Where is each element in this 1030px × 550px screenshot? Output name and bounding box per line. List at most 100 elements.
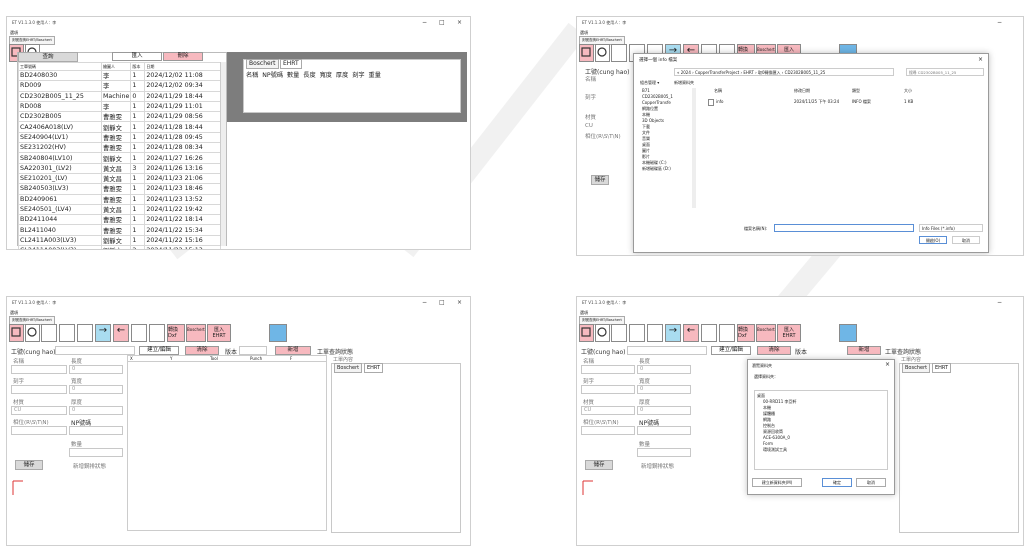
tool2-button[interactable] <box>647 324 663 342</box>
convert-dxf-button[interactable]: 轉換 Dxf <box>167 324 185 342</box>
arrow-right-button[interactable]: → <box>665 324 681 342</box>
close-icon[interactable]: × <box>457 19 462 26</box>
boschert-button[interactable]: Boschert <box>186 324 206 342</box>
tool-button[interactable] <box>629 324 645 342</box>
grid-col-header[interactable]: Punch <box>250 356 262 361</box>
query-button[interactable]: 查詢 <box>18 52 78 62</box>
gonghao-input[interactable] <box>627 346 707 355</box>
grid-col-header[interactable]: Y <box>170 356 172 361</box>
grid-col-header[interactable]: X <box>130 356 133 361</box>
grid-col-header[interactable]: F <box>290 356 292 361</box>
zoom-button[interactable] <box>579 44 594 62</box>
table-row[interactable]: SE240904(LV1) 曹雅雯 1 2024/11/28 09:45 <box>18 131 221 144</box>
import-button[interactable]: 匯入 <box>112 52 162 61</box>
nav-scrollbar[interactable] <box>692 88 696 208</box>
export-button[interactable] <box>269 324 287 342</box>
name-input[interactable] <box>11 365 67 374</box>
clear-button[interactable]: 清除 <box>757 346 791 355</box>
table-row[interactable]: RD009 李 1 2024/12/02 09:34 <box>18 80 221 92</box>
np-input[interactable] <box>637 426 691 435</box>
add-button[interactable]: 新增 <box>275 346 311 355</box>
tab-boschert[interactable]: Boschert <box>902 363 931 373</box>
table-row[interactable]: SB240804(LV10) 劉靜文 1 2024/11/27 16:26 <box>18 152 221 164</box>
table-row[interactable]: SE231202(HV) 曹雅雯 1 2024/11/28 08:34 <box>18 142 221 154</box>
col-size-header[interactable]: 大小 <box>904 88 912 94</box>
maximize-icon[interactable]: □ <box>439 299 445 306</box>
dialog-close-icon[interactable]: × <box>978 56 983 63</box>
tool2-button[interactable] <box>77 324 93 342</box>
search-button[interactable] <box>595 44 610 62</box>
col-header-version[interactable]: 版本 <box>130 62 146 71</box>
tab-boschert[interactable]: Boschert <box>246 59 279 69</box>
cancel-button[interactable]: 取消 <box>952 236 980 244</box>
arrow-right-button[interactable]: → <box>95 324 111 342</box>
col-header-date[interactable]: 日期 <box>144 62 221 71</box>
filename-input[interactable] <box>774 224 914 232</box>
table-row[interactable]: BD2409061 曹雅雯 1 2024/11/23 13:52 <box>18 193 221 205</box>
material-input[interactable]: CU <box>581 406 635 415</box>
table-row[interactable]: SE240501_(LV4) 黃文昌 1 2024/11/22 19:42 <box>18 203 221 216</box>
length-input[interactable]: 0 <box>69 365 123 374</box>
thickness-input[interactable]: 0 <box>69 406 123 415</box>
dialog-close-icon[interactable]: × <box>885 361 890 368</box>
matrix-button[interactable] <box>131 324 147 342</box>
grid-col-header[interactable]: Tool <box>210 356 218 361</box>
tab-ehrt[interactable]: EHRT <box>280 59 302 69</box>
ok-button[interactable]: 確定 <box>822 478 852 487</box>
table-row[interactable]: SB240503(LV3) 曹雅雯 1 2024/11/23 18:46 <box>18 183 221 195</box>
maximize-icon[interactable]: □ <box>439 19 445 26</box>
table-row[interactable]: CL2411A003(LV3) 劉靜文 1 2024/11/22 15:16 <box>18 234 221 247</box>
engrave-input[interactable] <box>581 385 635 394</box>
material-input[interactable]: CU <box>11 406 67 415</box>
gonghao-input[interactable] <box>55 346 135 355</box>
zoom-button[interactable] <box>579 324 594 342</box>
import-ehrt-button[interactable]: 匯入EHRT <box>777 324 801 342</box>
col-name-header[interactable]: 名稱 <box>714 88 722 94</box>
col-type-header[interactable]: 類型 <box>852 88 860 94</box>
phase-input[interactable] <box>581 426 635 435</box>
add-button[interactable]: 新增 <box>847 346 881 355</box>
open-button[interactable]: 開啟(O) <box>919 236 947 244</box>
table-row[interactable]: BD2411044 曹雅雯 1 2024/11/22 18:14 <box>18 214 221 226</box>
minimize-icon[interactable]: − <box>422 19 427 26</box>
search-box[interactable]: 搜尋 CD2302B005_11_25 <box>906 68 984 76</box>
col-header-order[interactable]: 工單號碼 <box>18 62 102 71</box>
build-edit-button[interactable]: 建立/編輯 <box>139 346 179 355</box>
name-input[interactable] <box>581 365 635 374</box>
export-button[interactable] <box>839 324 857 342</box>
tab-ehrt[interactable]: EHRT <box>364 363 384 373</box>
table-row[interactable]: BL2411040 曹雅雯 1 2024/11/22 15:34 <box>18 224 221 236</box>
grid-button[interactable] <box>611 324 627 342</box>
width-input[interactable]: 0 <box>637 385 691 394</box>
arrow-left-button[interactable]: ← <box>683 324 699 342</box>
filter-select[interactable]: Info Files (*.info) <box>919 224 983 232</box>
close-icon[interactable]: × <box>457 299 462 306</box>
table-row[interactable]: CA2406A018(LV) 劉靜文 1 2024/11/28 18:44 <box>18 121 221 133</box>
zoom-button[interactable] <box>9 324 24 342</box>
version-select[interactable] <box>239 346 267 355</box>
col-date-header[interactable]: 修改日期 <box>794 88 810 94</box>
engrave-input[interactable] <box>11 385 67 394</box>
qty-input[interactable] <box>637 448 691 457</box>
arrow-left-button[interactable]: ← <box>113 324 129 342</box>
minimize-icon[interactable]: − <box>997 299 1002 306</box>
grid-button[interactable] <box>611 44 627 62</box>
thickness-input[interactable]: 0 <box>637 406 691 415</box>
delete-button[interactable]: 刪除 <box>163 52 203 61</box>
cancel-button[interactable]: 取消 <box>856 478 886 487</box>
table-row[interactable]: CD2302B005 曹雅雯 1 2024/11/29 08:56 <box>18 111 221 123</box>
tab-ehrt[interactable]: EHRT <box>932 363 952 373</box>
col-header-drawer[interactable]: 繪圖人 <box>100 62 132 71</box>
table-row[interactable]: BD2408030 李 1 2024/12/02 11:08 <box>18 69 221 82</box>
search-button[interactable] <box>25 324 40 342</box>
new-folder-button[interactable]: 新增資料夾 <box>674 80 694 86</box>
table-row[interactable]: SA220301_(LV2) 黃文昌 3 2024/11/26 13:16 <box>18 162 221 174</box>
boschert-button[interactable]: Boschert <box>756 324 776 342</box>
minimize-icon[interactable]: − <box>422 299 427 306</box>
matrix2-button[interactable] <box>149 324 165 342</box>
nav-item[interactable]: 新增磁碟區 (D:) <box>642 166 692 172</box>
tree-item[interactable]: 環境測試工具 <box>757 447 885 453</box>
tab-boschert[interactable]: Boschert <box>334 363 363 373</box>
table-row[interactable]: CD2302B005_11_25 Machine 0 2024/11/29 18:44 <box>18 90 221 102</box>
save-button[interactable]: 儲存 <box>591 175 609 185</box>
